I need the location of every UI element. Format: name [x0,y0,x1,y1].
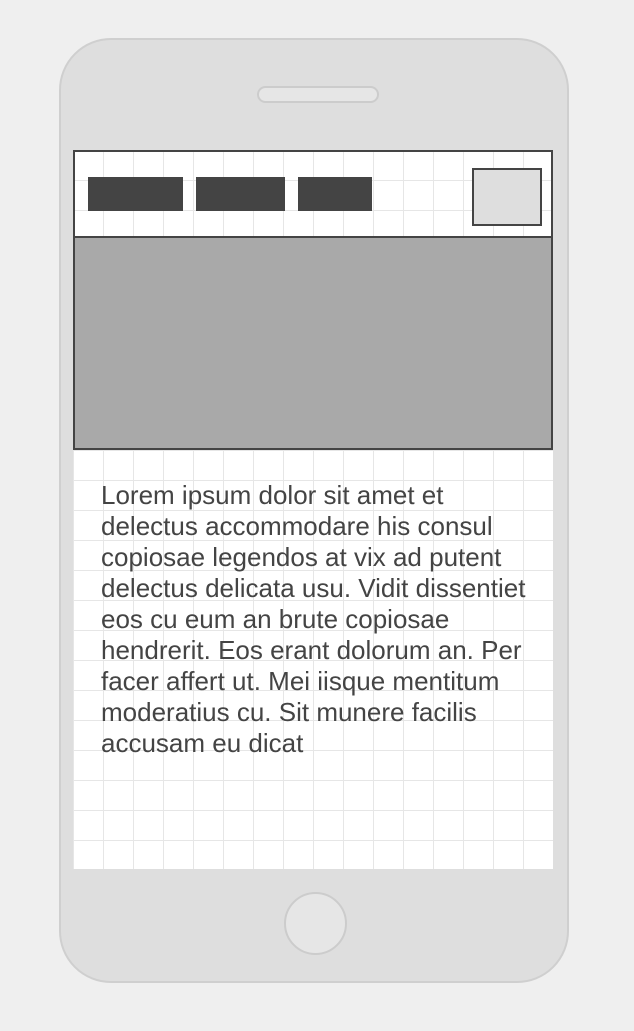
home-button[interactable] [284,892,347,955]
nav-item-2[interactable] [196,177,285,211]
body-text: Lorem ipsum dolor sit amet et delectus a… [101,480,526,758]
speaker-grille [257,86,379,103]
nav-action-button[interactable] [472,168,542,226]
hero-image-placeholder [73,236,553,450]
phone-screen: Lorem ipsum dolor sit amet et delectus a… [73,150,553,869]
nav-bar [73,150,553,238]
nav-item-3[interactable] [298,177,372,211]
nav-item-1[interactable] [88,177,183,211]
